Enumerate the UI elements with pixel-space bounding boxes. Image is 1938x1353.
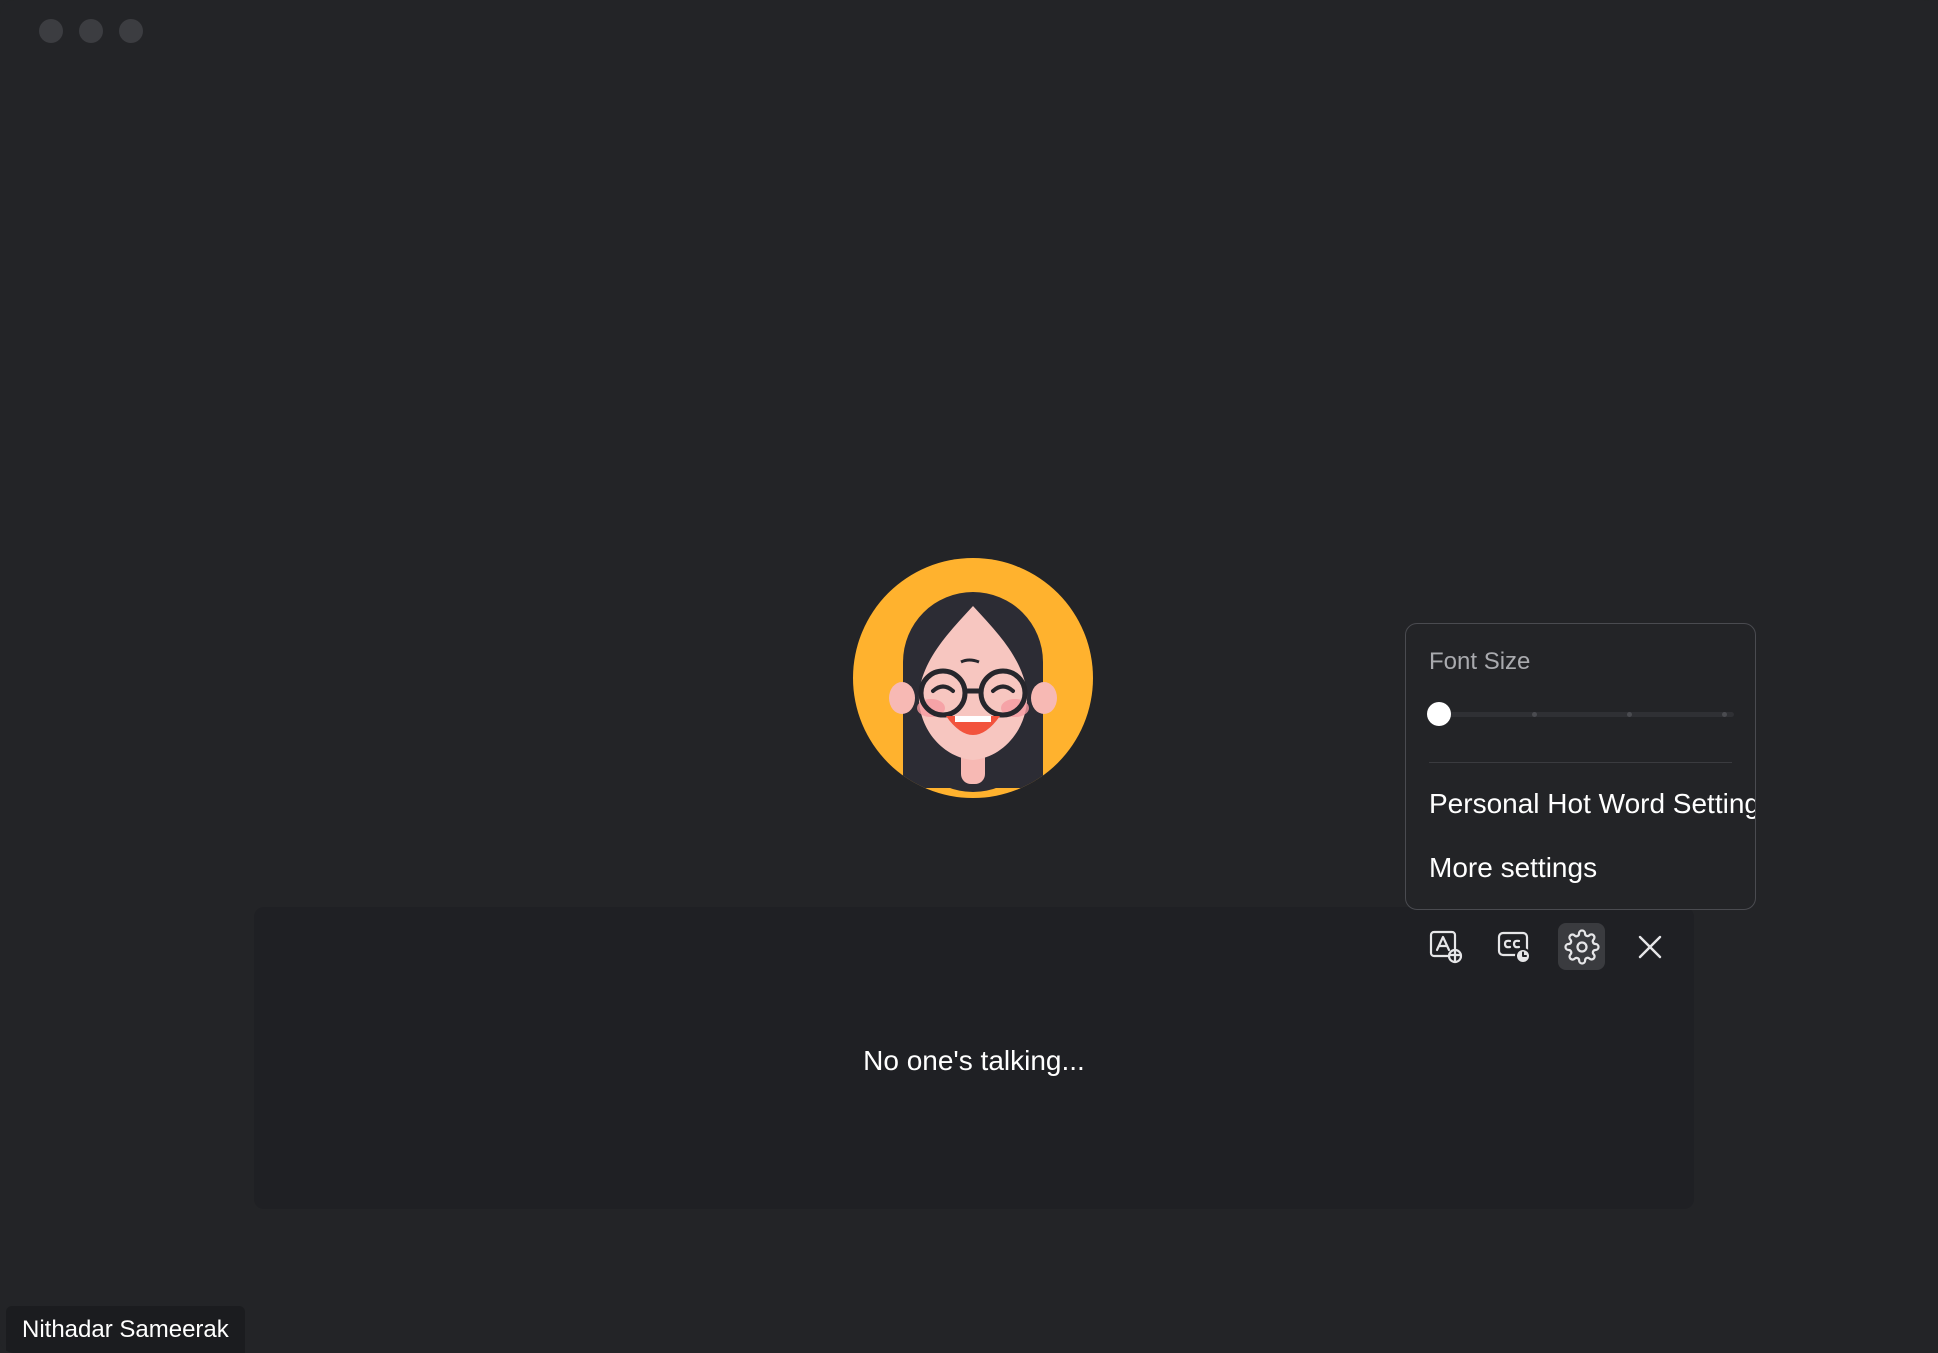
minimize-window-button[interactable] <box>79 19 103 43</box>
font-size-label: Font Size <box>1429 648 1531 675</box>
slider-tick <box>1722 712 1727 717</box>
caption-settings-button[interactable] <box>1558 923 1605 970</box>
personal-hot-word-settings-item[interactable]: Personal Hot Word Settings <box>1429 788 1755 820</box>
more-settings-item[interactable]: More settings <box>1429 852 1597 884</box>
translate-button[interactable] <box>1422 923 1469 970</box>
zoom-window-button[interactable] <box>119 19 143 43</box>
close-window-button[interactable] <box>39 19 63 43</box>
captions-toolbar <box>1422 923 1673 970</box>
font-size-slider[interactable] <box>1427 702 1734 726</box>
caption-history-icon <box>1497 931 1531 964</box>
window-controls <box>39 19 143 43</box>
caption-settings-menu: Font Size Personal Hot Word Settings Mor… <box>1405 623 1756 910</box>
gear-icon <box>1563 928 1600 965</box>
caption-status-text: No one's talking... <box>863 1045 1085 1076</box>
slider-track <box>1429 712 1734 717</box>
slider-tick <box>1627 712 1632 717</box>
captions-panel: No one's talking... <box>254 907 1694 1209</box>
meeting-window: No one's talking... Font Size Personal H… <box>0 0 1938 1353</box>
participant-avatar <box>853 558 1093 798</box>
slider-tick <box>1532 712 1537 717</box>
caption-history-button[interactable] <box>1490 923 1537 970</box>
close-icon <box>1638 935 1661 958</box>
participant-name-tag: Nithadar Sameerak <box>6 1306 245 1353</box>
translate-icon <box>1429 930 1462 963</box>
menu-divider <box>1429 762 1732 763</box>
slider-thumb[interactable] <box>1427 702 1451 726</box>
close-captions-button[interactable] <box>1626 923 1673 970</box>
